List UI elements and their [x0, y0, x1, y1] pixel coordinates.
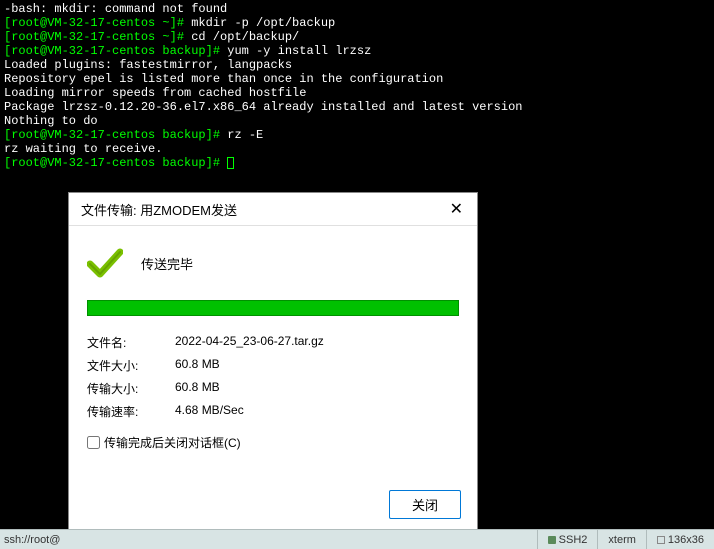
dialog-title-text: 文件传输: 用ZMODEM发送 [81, 200, 237, 219]
dimensions-icon [657, 536, 665, 544]
dialog-body: 传送完毕 文件名: 2022-04-25_23-06-27.tar.gz 文件大… [69, 226, 477, 461]
progress-bar [87, 300, 459, 316]
ssh-protocol-label: SSH2 [559, 534, 588, 546]
statusbar-path: ssh://root@ [0, 534, 537, 546]
statusbar-ssh: SSH2 [537, 530, 598, 549]
filename-value: 2022-04-25_23-06-27.tar.gz [175, 334, 459, 351]
close-after-checkbox-row[interactable]: 传输完成后关闭对话框(C) [87, 434, 459, 451]
filesize-value: 60.8 MB [175, 357, 459, 374]
checkbox-label: 传输完成后关闭对话框(C) [104, 434, 241, 451]
checkmark-icon [87, 248, 123, 278]
statusbar-size: 136x36 [646, 530, 714, 549]
filename-label: 文件名: [87, 334, 175, 351]
file-transfer-dialog: 文件传输: 用ZMODEM发送 ✕ 传送完毕 文件名: 2022-04-25_2… [68, 192, 478, 530]
dialog-titlebar: 文件传输: 用ZMODEM发送 ✕ [69, 193, 477, 226]
table-row: 传输速率: 4.68 MB/Sec [87, 403, 459, 420]
terminal-size-label: 136x36 [668, 534, 704, 546]
status-text: 传送完毕 [141, 254, 193, 273]
transfer-value: 60.8 MB [175, 380, 459, 397]
table-row: 文件大小: 60.8 MB [87, 357, 459, 374]
close-after-checkbox[interactable] [87, 436, 100, 449]
transfer-status-row: 传送完毕 [87, 248, 459, 278]
terminal-output: -bash: mkdir: command not found[root@VM-… [0, 0, 714, 172]
filesize-label: 文件大小: [87, 357, 175, 374]
dialog-footer: 关闭 [389, 490, 461, 519]
close-button[interactable]: 关闭 [389, 490, 461, 519]
transfer-info-table: 文件名: 2022-04-25_23-06-27.tar.gz 文件大小: 60… [87, 334, 459, 420]
transfer-label: 传输大小: [87, 380, 175, 397]
speed-value: 4.68 MB/Sec [175, 403, 459, 420]
statusbar-term: xterm [597, 530, 646, 549]
close-icon[interactable]: ✕ [446, 199, 467, 219]
lock-icon [548, 536, 556, 544]
table-row: 文件名: 2022-04-25_23-06-27.tar.gz [87, 334, 459, 351]
table-row: 传输大小: 60.8 MB [87, 380, 459, 397]
status-bar: ssh://root@ SSH2 xterm 136x36 [0, 529, 714, 549]
speed-label: 传输速率: [87, 403, 175, 420]
